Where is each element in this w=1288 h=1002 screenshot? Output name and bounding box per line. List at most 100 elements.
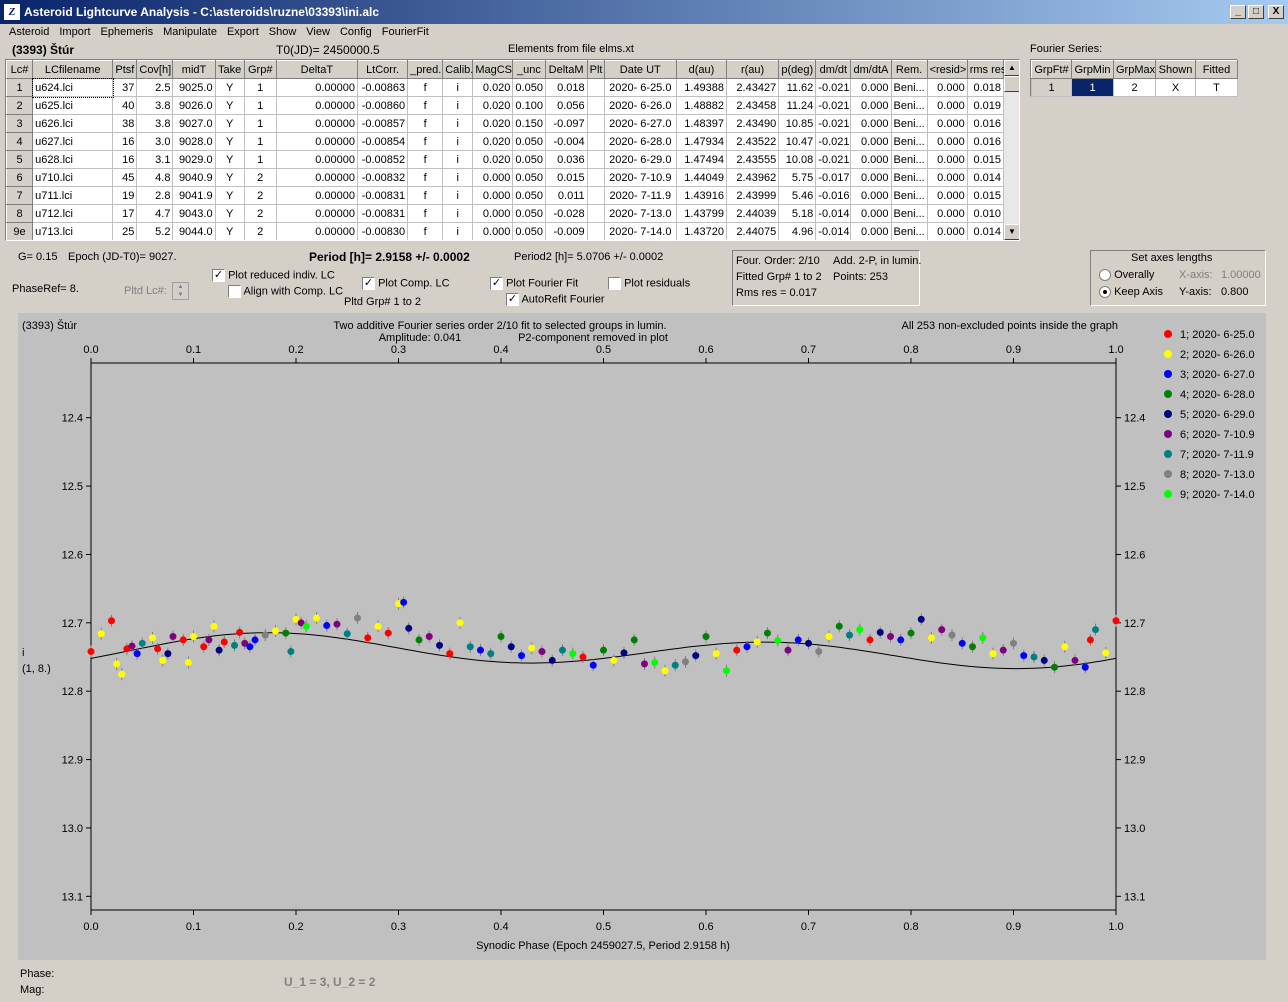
table-cell[interactable]: 0.000 xyxy=(850,204,892,223)
table-row[interactable]: 7 u711.lci 19 2.8 9041.9 Y 2 0.00000 -0.00831 f i 0… xyxy=(6,186,1005,205)
table-cell[interactable]: 5.75 xyxy=(778,168,817,187)
table-cell[interactable]: f xyxy=(407,132,444,151)
table-cell[interactable]: 9029.0 xyxy=(172,150,216,169)
scroll-thumb[interactable] xyxy=(1004,76,1019,92)
column-header[interactable]: Ptsf xyxy=(112,60,138,79)
table-cell[interactable]: f xyxy=(407,114,444,133)
table-cell[interactable]: 0.036 xyxy=(544,150,588,169)
table-cell[interactable]: 0.014 xyxy=(966,222,1005,240)
table-cell[interactable]: 2.44075 xyxy=(726,222,780,240)
table-cell[interactable]: 19 xyxy=(112,186,138,205)
table-cell[interactable]: -0.004 xyxy=(544,132,588,151)
table-cell[interactable] xyxy=(586,96,605,115)
table-cell[interactable]: -0.097 xyxy=(544,114,588,133)
table-cell[interactable]: 0.020 xyxy=(472,96,514,115)
table-cell[interactable]: 11.62 xyxy=(778,78,817,97)
table-cell[interactable]: Y xyxy=(214,150,245,169)
table-cell[interactable] xyxy=(586,78,605,97)
table-row[interactable]: 5 u628.lci 16 3.1 9029.0 Y 1 0.00000 -0.00852 f i 0… xyxy=(6,150,1005,169)
table-cell[interactable]: i xyxy=(442,186,474,205)
table-cell[interactable]: 2.43522 xyxy=(726,132,780,151)
table-cell[interactable]: 5.18 xyxy=(778,204,817,223)
column-header[interactable]: Lc# xyxy=(6,60,34,79)
table-row[interactable]: 3 u626.lci 38 3.8 9027.0 Y 1 0.00000 -0.00857 f i 0… xyxy=(6,114,1005,133)
table-cell[interactable]: 9027.0 xyxy=(172,114,216,133)
table-cell[interactable]: 2.43458 xyxy=(726,96,780,115)
table-cell[interactable]: 1 xyxy=(243,150,277,169)
table-cell[interactable]: 1.47934 xyxy=(675,132,728,151)
table-cell[interactable]: i xyxy=(442,132,474,151)
table-cell[interactable]: 10.85 xyxy=(778,114,817,133)
table-cell[interactable]: Y xyxy=(214,204,245,223)
pltd-lc-spinner[interactable]: ▲ ▼ xyxy=(172,282,189,300)
table-cell[interactable]: 2 xyxy=(243,222,277,240)
table-cell[interactable]: -0.016 xyxy=(815,186,852,205)
table-cell[interactable] xyxy=(586,114,605,133)
table-cell[interactable]: f xyxy=(407,96,444,115)
column-header[interactable]: LCfilename xyxy=(32,60,114,79)
table-cell[interactable]: 0.050 xyxy=(512,168,546,187)
lightcurve-plot-svg[interactable]: 0.0 0.0 0.1 0.1 0.2 0.2 0.3 0.3 0.4 0.4 0.5 0.5 0.6 0… xyxy=(18,313,1266,960)
menu-show[interactable]: Show xyxy=(264,25,302,39)
column-header[interactable]: MagCS xyxy=(472,60,514,79)
table-cell[interactable]: Beni... xyxy=(890,96,928,115)
row-header[interactable]: 6 xyxy=(6,168,34,187)
table-cell[interactable]: 0.000 xyxy=(926,150,968,169)
column-header[interactable]: dm/dt xyxy=(815,60,852,79)
table-cell[interactable]: Beni... xyxy=(890,114,928,133)
table-cell[interactable]: 0.000 xyxy=(926,168,968,187)
table-cell[interactable]: -0.014 xyxy=(815,204,852,223)
table-cell[interactable]: 0.00000 xyxy=(275,96,359,115)
table-cell[interactable]: u624.lci xyxy=(31,77,114,98)
column-header[interactable]: GrpFt# xyxy=(1031,60,1072,79)
table-cell[interactable]: 1.44049 xyxy=(675,168,728,187)
table-cell[interactable]: -0.00831 xyxy=(356,186,409,205)
table-cell[interactable]: 2020- 7-11.9 xyxy=(603,186,677,205)
menu-asteroid[interactable]: Asteroid xyxy=(4,25,54,39)
menu-import[interactable]: Import xyxy=(54,25,95,39)
table-cell[interactable]: 2 xyxy=(243,186,277,205)
column-header[interactable]: Shown xyxy=(1155,60,1196,79)
table-cell[interactable]: -0.00854 xyxy=(356,132,409,151)
table-cell[interactable]: 0.000 xyxy=(850,114,892,133)
table-cell[interactable]: 0.000 xyxy=(472,186,514,205)
table-cell[interactable]: 3.1 xyxy=(136,150,174,169)
table-cell[interactable]: i xyxy=(442,168,474,187)
table-cell[interactable]: 2.43555 xyxy=(726,150,780,169)
table-cell[interactable]: 2020- 7-13.0 xyxy=(603,204,677,223)
column-header[interactable]: Take xyxy=(214,60,245,79)
table-cell[interactable] xyxy=(586,222,605,240)
column-header[interactable]: GrpMax xyxy=(1113,60,1156,79)
overally-radio[interactable]: Overally xyxy=(1099,269,1154,282)
table-cell[interactable]: Beni... xyxy=(890,168,928,187)
table-cell[interactable]: 0.019 xyxy=(966,96,1005,115)
table-cell[interactable]: f xyxy=(407,186,444,205)
table-cell[interactable]: 0.050 xyxy=(512,132,546,151)
table-cell[interactable]: f xyxy=(407,204,444,223)
table-cell[interactable]: 0.018 xyxy=(544,78,588,97)
table-cell[interactable]: 0.050 xyxy=(512,150,546,169)
table-cell[interactable]: -0.021 xyxy=(815,78,852,97)
scroll-up-arrow-icon[interactable]: ▲ xyxy=(1004,60,1019,76)
table-cell[interactable]: 0.000 xyxy=(472,204,514,223)
table-row[interactable]: 4 u627.lci 16 3.0 9028.0 Y 1 0.00000 -0.00854 f i 0… xyxy=(6,132,1005,151)
table-cell[interactable]: u626.lci xyxy=(32,114,114,133)
table-cell[interactable]: 0.010 xyxy=(966,204,1005,223)
table-cell[interactable]: 2.43490 xyxy=(726,114,780,133)
table-cell[interactable]: 0.015 xyxy=(966,186,1005,205)
table-cell[interactable]: 2020- 6-25.0 xyxy=(603,78,677,97)
table-cell[interactable]: 2.5 xyxy=(136,78,174,97)
table-cell[interactable]: 0.000 xyxy=(472,222,514,240)
column-header[interactable]: <resid> xyxy=(926,60,968,79)
table-cell[interactable]: 0.00000 xyxy=(275,78,359,97)
table-cell[interactable]: Y xyxy=(214,96,245,115)
menu-view[interactable]: View xyxy=(301,25,335,39)
fourier-cell[interactable]: X xyxy=(1155,78,1196,97)
table-cell[interactable]: u627.lci xyxy=(32,132,114,151)
table-cell[interactable]: Y xyxy=(214,186,245,205)
table-cell[interactable]: 9025.0 xyxy=(172,78,216,97)
menu-ephemeris[interactable]: Ephemeris xyxy=(96,25,159,39)
menu-fourierfit[interactable]: FourierFit xyxy=(377,25,434,39)
table-cell[interactable]: i xyxy=(442,222,474,240)
table-cell[interactable]: 16 xyxy=(112,132,138,151)
